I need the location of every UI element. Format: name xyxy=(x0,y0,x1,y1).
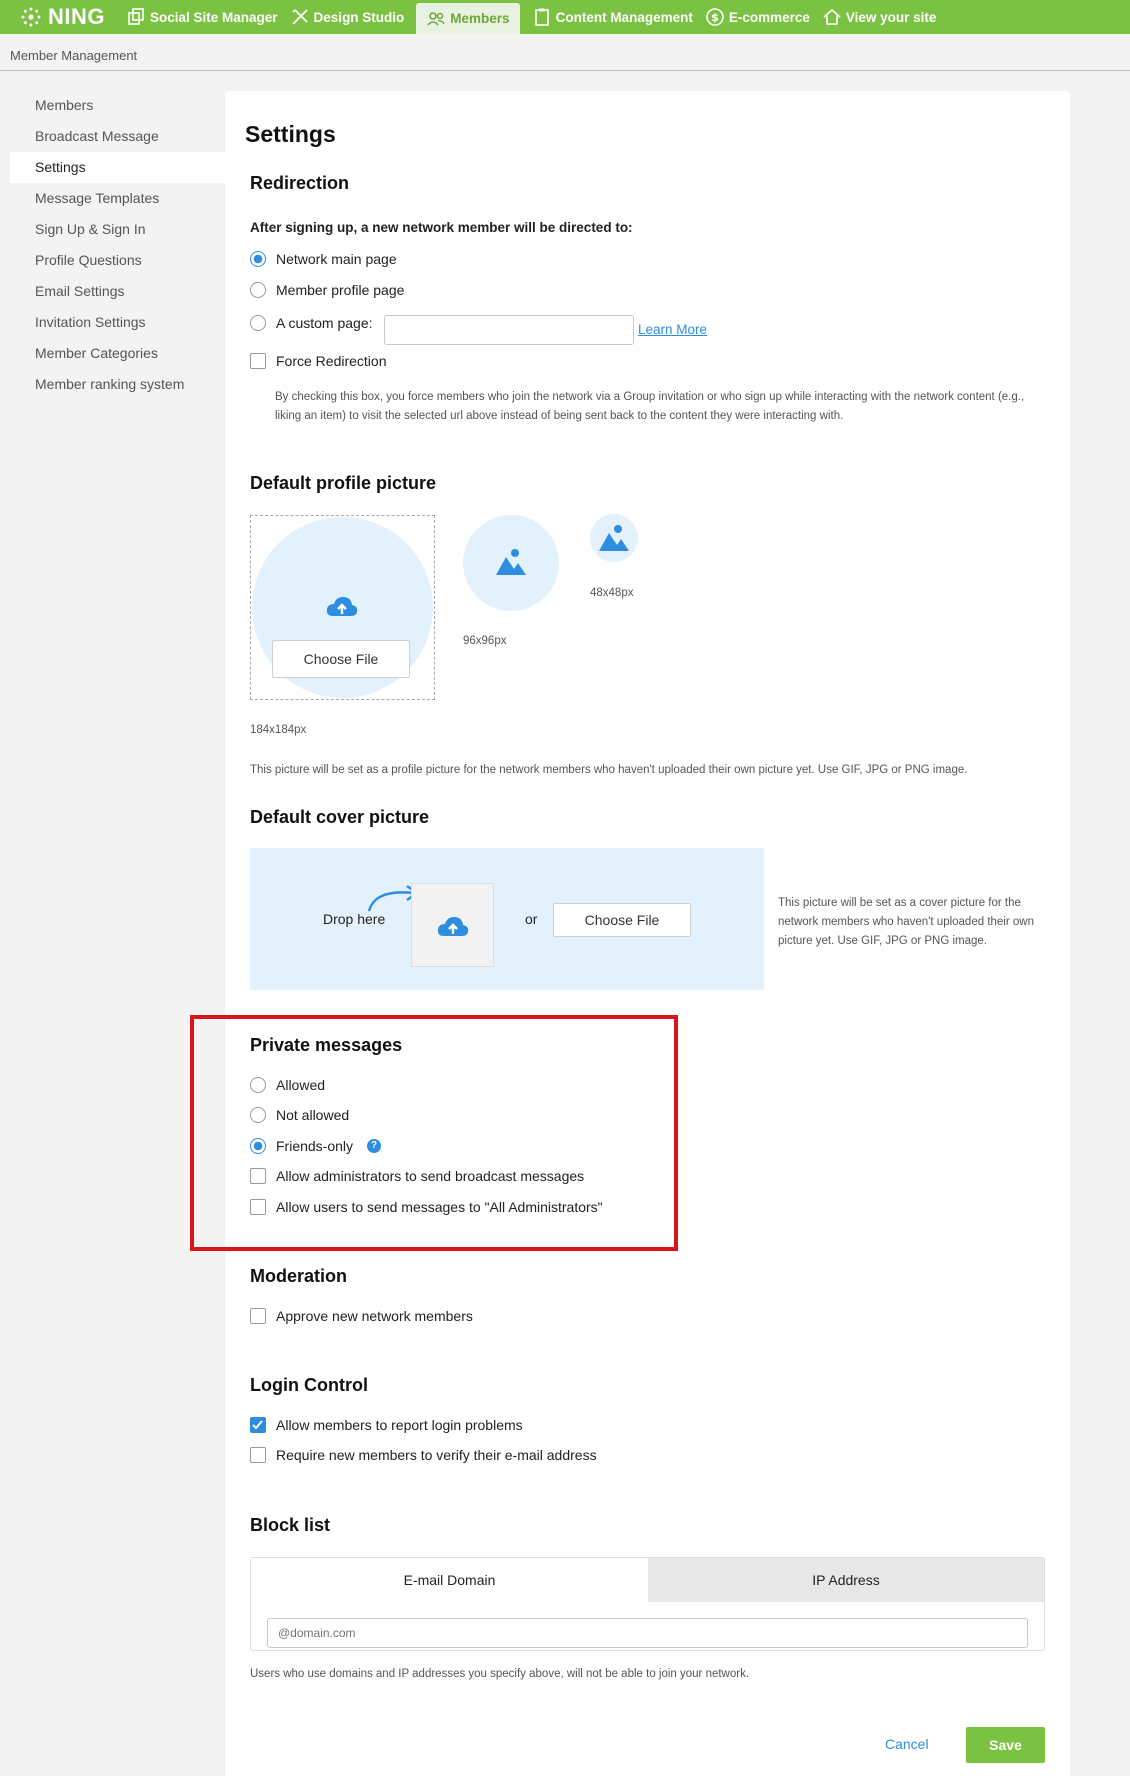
redirection-question: After signing up, a new network member w… xyxy=(250,220,633,235)
drop-here-label: Drop here xyxy=(323,911,386,927)
block-list-note: Users who use domains and IP addresses y… xyxy=(250,1668,750,1680)
tab-ip-address[interactable]: IP Address xyxy=(648,1558,1044,1602)
profile-picture-preview-small xyxy=(590,514,638,562)
block-list-input[interactable] xyxy=(267,1618,1028,1648)
sidebar-item-member-categories[interactable]: Member Categories xyxy=(10,338,225,369)
cover-choose-file-button[interactable]: Choose File xyxy=(553,903,691,937)
upload-target[interactable] xyxy=(411,883,494,967)
moderation-heading: Moderation xyxy=(250,1266,347,1286)
sidebar-item-settings[interactable]: Settings xyxy=(10,152,225,183)
nav-label: Design Studio xyxy=(313,9,405,25)
option-report-login-problems[interactable]: Allow members to report login problems xyxy=(250,1417,523,1433)
nav-label: E-commerce xyxy=(728,9,810,25)
profile-picture-dropzone[interactable]: Choose File xyxy=(250,515,435,700)
cover-picture-dropzone[interactable]: Drop here or Choose File xyxy=(250,848,764,990)
breadcrumb: Member Management xyxy=(10,48,138,63)
checkbox-checked[interactable] xyxy=(250,1417,266,1433)
home-icon xyxy=(823,8,841,25)
learn-more-link[interactable]: Learn More xyxy=(638,322,707,337)
sidebar-item-members[interactable]: Members xyxy=(10,90,225,121)
checkbox-label: Force Redirection xyxy=(276,353,387,369)
option-network-main-page[interactable]: Network main page xyxy=(250,251,397,267)
radio-button[interactable] xyxy=(250,315,266,331)
image-placeholder-icon xyxy=(599,525,629,551)
radio-label: Member profile page xyxy=(276,282,405,298)
tab-email-domain[interactable]: E-mail Domain xyxy=(251,1558,648,1602)
highlight-annotation-box xyxy=(190,1015,678,1251)
profile-picture-preview-medium xyxy=(463,515,559,611)
size-label-medium: 96x96px xyxy=(463,635,507,647)
option-custom-page[interactable]: A custom page: xyxy=(250,315,373,331)
block-list-box: E-mail Domain IP Address xyxy=(250,1557,1045,1651)
option-verify-email[interactable]: Require new members to verify their e-ma… xyxy=(250,1447,597,1463)
cancel-button[interactable]: Cancel xyxy=(885,1736,929,1752)
checkmark-icon xyxy=(252,1420,263,1430)
nav-e-commerce[interactable]: $ E-commerce xyxy=(705,0,822,34)
checkbox[interactable] xyxy=(250,1447,266,1463)
breadcrumb-bar: Member Management xyxy=(0,34,1130,71)
nav-members[interactable]: Members xyxy=(416,3,520,34)
checkbox-label: Approve new network members xyxy=(276,1308,473,1324)
radio-label: Network main page xyxy=(276,251,397,267)
sidebar-item-email-settings[interactable]: Email Settings xyxy=(10,276,225,307)
tools-icon xyxy=(291,9,308,25)
nav-label: Content Management xyxy=(555,9,693,25)
copy-icon xyxy=(128,8,144,25)
nav-social-site-manager[interactable]: Social Site Manager xyxy=(126,0,290,34)
top-navigation: NING Social Site Manager Design Studio M… xyxy=(0,0,1130,34)
sidebar-item-message-templates[interactable]: Message Templates xyxy=(10,183,225,214)
nav-content-management[interactable]: Content Management xyxy=(532,0,705,34)
profile-picture-heading: Default profile picture xyxy=(250,473,437,493)
nav-label: Members xyxy=(450,11,510,26)
tab-label: IP Address xyxy=(812,1572,880,1588)
nav-view-your-site[interactable]: View your site xyxy=(822,0,949,34)
cloud-upload-icon xyxy=(326,597,358,616)
clipboard-icon xyxy=(534,8,549,26)
nav-label: View your site xyxy=(845,9,937,25)
size-label-small: 48x48px xyxy=(590,587,634,599)
force-redirection-option[interactable]: Force Redirection xyxy=(250,353,387,369)
tab-label: E-mail Domain xyxy=(403,1572,496,1588)
radio-button[interactable] xyxy=(250,282,266,298)
sidebar: Members Broadcast Message Settings Messa… xyxy=(10,90,225,400)
block-list-heading: Block list xyxy=(250,1515,331,1535)
option-member-profile-page[interactable]: Member profile page xyxy=(250,282,404,298)
ning-logo[interactable]: NING xyxy=(0,0,126,34)
image-placeholder-icon xyxy=(496,549,526,575)
size-label-large: 184x184px xyxy=(250,724,307,736)
sidebar-item-sign-up-sign-in[interactable]: Sign Up & Sign In xyxy=(10,214,225,245)
dollar-icon: $ xyxy=(706,8,724,26)
nav-design-studio[interactable]: Design Studio xyxy=(290,0,417,34)
profile-picture-note: This picture will be set as a profile pi… xyxy=(250,764,968,776)
save-button[interactable]: Save xyxy=(966,1727,1045,1763)
cover-picture-heading: Default cover picture xyxy=(250,807,430,827)
login-control-heading: Login Control xyxy=(250,1375,368,1395)
checkbox[interactable] xyxy=(250,1308,266,1324)
sidebar-item-invitation-settings[interactable]: Invitation Settings xyxy=(10,307,225,338)
sidebar-item-member-ranking-system[interactable]: Member ranking system xyxy=(10,369,225,400)
cloud-upload-icon xyxy=(437,917,469,936)
ning-logo-icon xyxy=(21,7,41,27)
radio-button-selected[interactable] xyxy=(250,251,266,267)
sidebar-item-profile-questions[interactable]: Profile Questions xyxy=(10,245,225,276)
redirection-heading: Redirection xyxy=(250,173,350,193)
logo-text: NING xyxy=(48,4,105,29)
sidebar-item-broadcast-message[interactable]: Broadcast Message xyxy=(10,121,225,152)
custom-page-url-input[interactable] xyxy=(384,315,634,345)
option-approve-members[interactable]: Approve new network members xyxy=(250,1308,473,1324)
profile-choose-file-button[interactable]: Choose File xyxy=(272,640,410,678)
or-label: or xyxy=(525,911,538,927)
checkbox-label: Require new members to verify their e-ma… xyxy=(276,1447,597,1463)
checkbox[interactable] xyxy=(250,353,266,369)
cover-picture-note: This picture will be set as a cover pict… xyxy=(778,897,1034,947)
page-title: Settings xyxy=(245,121,336,147)
radio-label: A custom page: xyxy=(276,315,373,331)
svg-text:$: $ xyxy=(711,11,719,24)
force-redirection-note: By checking this box, you force members … xyxy=(275,391,1025,422)
checkbox-label: Allow members to report login problems xyxy=(276,1417,523,1433)
nav-label: Social Site Manager xyxy=(150,9,278,25)
users-icon xyxy=(427,11,445,26)
settings-panel: Settings Redirection After signing up, a… xyxy=(225,91,1070,1776)
